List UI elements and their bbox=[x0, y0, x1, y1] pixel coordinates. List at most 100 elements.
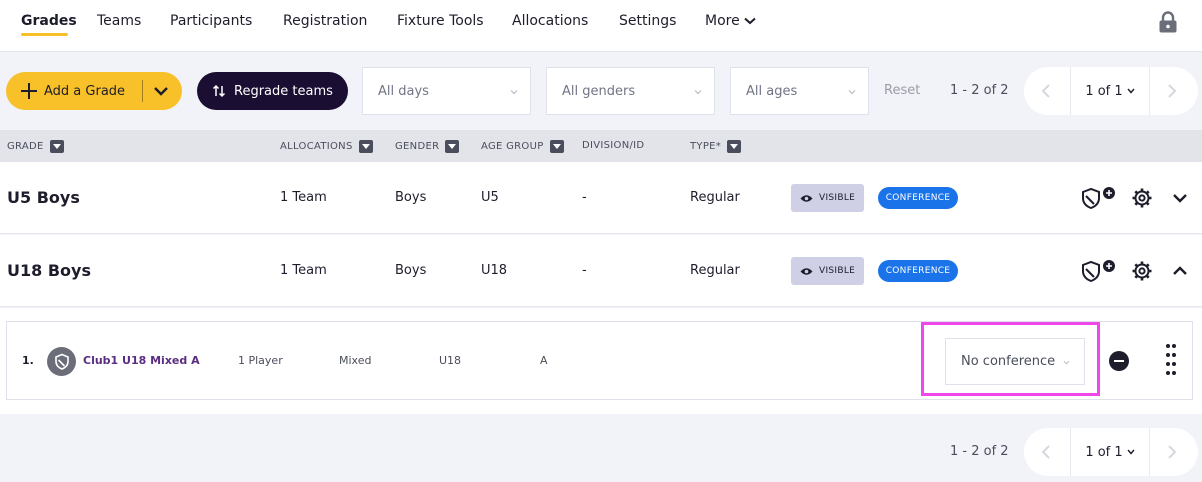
grade-row[interactable]: U18 Boys 1 Team Boys U18 - Regular VISIB… bbox=[0, 235, 1202, 307]
team-players: 1 Player bbox=[238, 354, 283, 367]
column-header-label: ALLOCATIONS bbox=[280, 141, 353, 152]
genders-filter-value: All genders bbox=[562, 83, 636, 99]
nav-tab-settings[interactable]: Settings bbox=[619, 13, 676, 29]
plus-icon bbox=[21, 83, 37, 99]
eye-icon bbox=[800, 267, 813, 275]
nav-more-label: More bbox=[705, 13, 740, 29]
nav-tab-grades[interactable]: Grades bbox=[21, 13, 77, 29]
gear-icon[interactable] bbox=[1131, 260, 1153, 282]
page-select[interactable]: 1 of 1 bbox=[1070, 67, 1150, 115]
active-tab-indicator bbox=[21, 33, 68, 36]
page-select[interactable]: 1 of 1 bbox=[1070, 428, 1150, 476]
column-header-label: GRADE bbox=[7, 141, 44, 152]
visible-badge[interactable]: VISIBLE bbox=[791, 184, 864, 212]
reset-filters-link[interactable]: Reset bbox=[884, 83, 920, 98]
chevron-left-icon[interactable] bbox=[1038, 443, 1056, 461]
chevron-down-icon bbox=[694, 90, 702, 95]
team-name-link[interactable]: Club1 U18 Mixed A bbox=[83, 354, 200, 367]
table-header: GRADE ALLOCATIONS GENDER AGE GROUP DIVIS… bbox=[0, 130, 1202, 162]
nav-tab-allocations[interactable]: Allocations bbox=[512, 13, 588, 29]
nav-more-menu[interactable]: More bbox=[705, 13, 756, 29]
chevron-down-icon bbox=[744, 17, 756, 25]
grade-gender: Boys bbox=[395, 263, 427, 278]
grade-allocations: 1 Team bbox=[280, 190, 327, 205]
grade-gender: Boys bbox=[395, 190, 427, 205]
sort-dropdown-icon[interactable] bbox=[49, 140, 64, 153]
conference-badge: CONFERENCE bbox=[878, 260, 958, 282]
highlight-box bbox=[921, 322, 1100, 396]
team-index: 1. bbox=[22, 354, 34, 367]
team-age-group: U18 bbox=[439, 354, 462, 367]
chevron-down-icon bbox=[1127, 88, 1135, 94]
genders-filter-select[interactable]: All genders bbox=[546, 67, 715, 115]
ages-filter-select[interactable]: All ages bbox=[730, 67, 869, 115]
nav-tab-teams[interactable]: Teams bbox=[97, 13, 141, 29]
sort-dropdown-icon[interactable] bbox=[445, 140, 460, 153]
column-header-age-group[interactable]: AGE GROUP bbox=[481, 140, 564, 153]
team-division: A bbox=[540, 354, 548, 367]
chevron-down-icon[interactable] bbox=[152, 82, 170, 100]
visible-badge-label: VISIBLE bbox=[819, 193, 856, 203]
grade-type: Regular bbox=[690, 263, 740, 278]
page-select-value: 1 of 1 bbox=[1085, 444, 1123, 460]
column-header-grade[interactable]: GRADE bbox=[7, 140, 64, 153]
column-header-label: DIVISION/ID bbox=[582, 140, 645, 151]
chevron-right-icon[interactable] bbox=[1162, 82, 1180, 100]
chevron-down-icon bbox=[1127, 449, 1135, 455]
add-grade-button[interactable]: Add a Grade bbox=[6, 72, 182, 110]
days-filter-value: All days bbox=[378, 83, 429, 99]
result-count: 1 - 2 of 2 bbox=[950, 83, 1009, 98]
team-shield-icon bbox=[47, 347, 76, 376]
grade-age-group: U18 bbox=[481, 263, 508, 278]
nav-tab-registration[interactable]: Registration bbox=[283, 13, 367, 29]
grade-row[interactable]: U5 Boys 1 Team Boys U5 - Regular VISIBLE… bbox=[0, 162, 1202, 234]
column-header-gender[interactable]: GENDER bbox=[395, 140, 460, 153]
sort-dropdown-icon[interactable] bbox=[727, 140, 742, 153]
sort-dropdown-icon[interactable] bbox=[358, 140, 373, 153]
nav-tab-fixture-tools[interactable]: Fixture Tools bbox=[397, 13, 484, 29]
ages-filter-value: All ages bbox=[746, 83, 798, 99]
add-grade-label: Add a Grade bbox=[44, 83, 126, 99]
lock-icon[interactable] bbox=[1158, 11, 1178, 33]
eye-icon bbox=[800, 194, 813, 202]
conference-badge: CONFERENCE bbox=[878, 187, 958, 209]
chevron-up-icon[interactable] bbox=[1171, 263, 1189, 279]
chevron-right-icon[interactable] bbox=[1162, 443, 1180, 461]
column-header-allocations[interactable]: ALLOCATIONS bbox=[280, 140, 373, 153]
regrade-arrows-icon bbox=[212, 84, 226, 98]
grade-division: - bbox=[582, 263, 587, 278]
remove-team-button[interactable] bbox=[1109, 351, 1129, 371]
chevron-down-icon[interactable] bbox=[1171, 190, 1189, 206]
grade-type: Regular bbox=[690, 190, 740, 205]
page-select-value: 1 of 1 bbox=[1085, 83, 1123, 99]
days-filter-select[interactable]: All days bbox=[362, 67, 531, 115]
sort-dropdown-icon[interactable] bbox=[549, 140, 564, 153]
regrade-label: Regrade teams bbox=[234, 83, 333, 99]
column-header-type[interactable]: TYPE* bbox=[690, 140, 742, 153]
chevron-down-icon bbox=[848, 90, 856, 95]
column-header-label: AGE GROUP bbox=[481, 141, 544, 152]
chevron-down-icon bbox=[510, 90, 518, 95]
column-header-label: TYPE* bbox=[690, 141, 722, 152]
drag-handle-icon[interactable] bbox=[1165, 344, 1177, 376]
visible-badge[interactable]: VISIBLE bbox=[791, 257, 864, 285]
chevron-left-icon[interactable] bbox=[1038, 82, 1056, 100]
grade-name[interactable]: U18 Boys bbox=[7, 261, 91, 280]
pagination-top: 1 of 1 bbox=[1024, 67, 1198, 115]
add-team-shield-icon[interactable] bbox=[1080, 186, 1118, 210]
grade-name[interactable]: U5 Boys bbox=[7, 188, 80, 207]
add-team-shield-icon[interactable] bbox=[1080, 259, 1118, 283]
result-count-bottom: 1 - 2 of 2 bbox=[950, 444, 1009, 459]
grade-allocations: 1 Team bbox=[280, 263, 327, 278]
visible-badge-label: VISIBLE bbox=[819, 266, 856, 276]
regrade-teams-button[interactable]: Regrade teams bbox=[197, 72, 348, 110]
pagination-bottom: 1 of 1 bbox=[1024, 428, 1198, 476]
grade-division: - bbox=[582, 190, 587, 205]
nav-tab-participants[interactable]: Participants bbox=[170, 13, 252, 29]
button-divider bbox=[142, 80, 143, 102]
column-header-division[interactable]: DIVISION/ID bbox=[582, 140, 644, 151]
top-nav: Grades Teams Participants Registration F… bbox=[0, 0, 1202, 52]
gear-icon[interactable] bbox=[1131, 187, 1153, 209]
grade-age-group: U5 bbox=[481, 190, 499, 205]
column-header-label: GENDER bbox=[395, 141, 440, 152]
